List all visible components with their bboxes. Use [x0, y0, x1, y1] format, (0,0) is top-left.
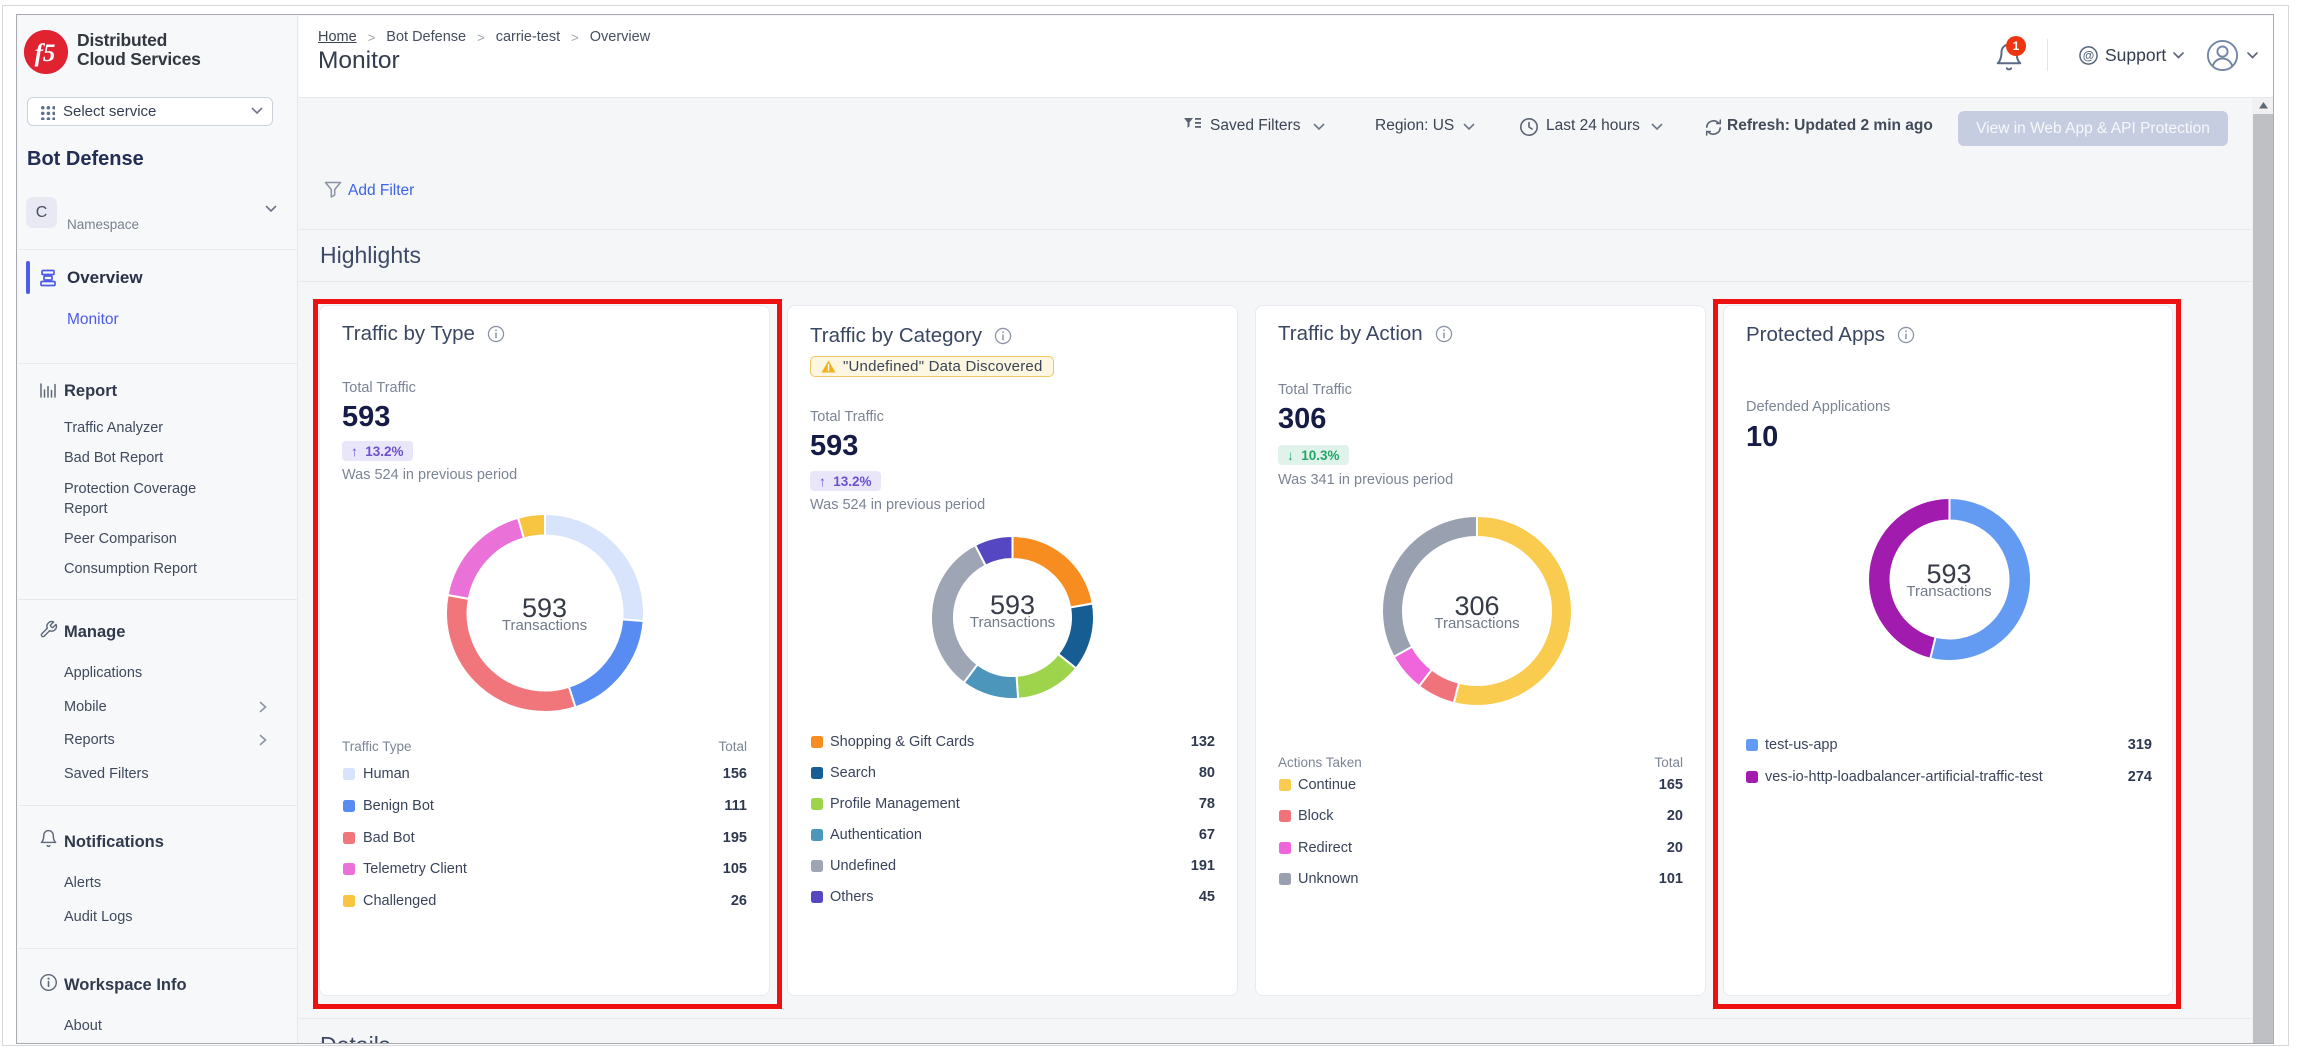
- svg-text:@: @: [2083, 49, 2095, 63]
- svg-text:f5: f5: [35, 40, 56, 67]
